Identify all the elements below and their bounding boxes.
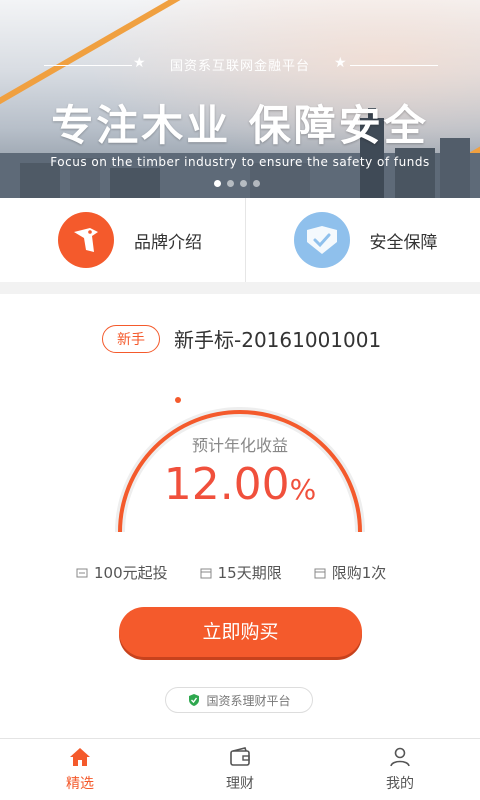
buy-now-button[interactable]: 立即购买 — [119, 607, 362, 657]
carousel-dot[interactable] — [253, 180, 260, 187]
product-title-row: 新手 新手标-20161001001 — [102, 324, 381, 353]
banner-rule — [44, 65, 132, 66]
banner-rule — [350, 65, 438, 66]
carousel-dot[interactable] — [240, 180, 247, 187]
newbie-tag: 新手 — [102, 324, 160, 353]
gauge-marker — [175, 397, 181, 403]
shield-icon — [293, 212, 350, 268]
calendar-icon — [314, 568, 326, 578]
carousel-indicator[interactable] — [214, 180, 260, 187]
shield-check-icon — [189, 694, 200, 706]
home-icon — [70, 747, 90, 766]
section-divider — [0, 282, 480, 294]
star-icon: ★ — [133, 55, 146, 71]
wallet-icon — [230, 746, 250, 766]
star-icon: ★ — [334, 55, 347, 71]
limit-item: 限购1次 — [314, 562, 387, 583]
security-entry[interactable]: 安全保障 — [244, 198, 480, 282]
coin-icon — [76, 568, 88, 577]
tab-label: 精选 — [66, 775, 94, 792]
user-icon — [390, 747, 410, 766]
rate-number: 12.00 — [163, 459, 290, 510]
limit-text: 限购1次 — [331, 564, 387, 582]
term-text: 15天期限 — [217, 564, 282, 582]
banner-english-caption: Focus on the timber industry to ensure t… — [50, 155, 430, 169]
promo-banner[interactable]: ★ ★ 国资系互联网金融平台 专注木业 保障安全 Focus on the ti… — [0, 0, 480, 198]
tab-featured[interactable]: 精选 — [0, 739, 160, 800]
rate-label: 预计年化收益 — [191, 436, 288, 455]
min-invest-item: 100元起投 — [76, 562, 168, 583]
tab-label: 我的 — [386, 775, 414, 792]
tab-mine[interactable]: 我的 — [320, 739, 480, 800]
term-item: 15天期限 — [200, 562, 282, 583]
tab-invest[interactable]: 理财 — [160, 739, 320, 800]
banner-headline: 专注木业 保障安全 — [51, 101, 429, 150]
app-screen: ★ ★ 国资系互联网金融平台 专注木业 保障安全 Focus on the ti… — [0, 0, 480, 800]
feature-row: 品牌介绍 安全保障 — [0, 198, 480, 282]
carousel-dot[interactable] — [227, 180, 234, 187]
brand-intro-label: 品牌介绍 — [134, 232, 202, 253]
woodpecker-icon — [58, 212, 114, 268]
banner-subtitle: 国资系互联网金融平台 — [169, 59, 310, 74]
product-terms: 100元起投 15天期限 限购1次 — [76, 562, 386, 583]
product-name: 新手标-20161001001 — [174, 328, 382, 352]
security-label: 安全保障 — [369, 232, 438, 253]
min-invest-text: 100元起投 — [94, 564, 168, 582]
platform-badge: 国资系理财平台 — [165, 687, 313, 713]
tab-label: 理财 — [226, 775, 254, 792]
carousel-dot[interactable] — [214, 180, 221, 187]
rate-value: 12.00% — [0, 459, 480, 510]
calendar-icon — [200, 568, 212, 578]
platform-badge-text: 国资系理财平台 — [206, 693, 291, 708]
rate-unit: % — [289, 473, 317, 506]
product-card[interactable]: 新手 新手标-20161001001 预计年化收益 12.00% 100元起投 … — [0, 294, 480, 738]
brand-intro-entry[interactable]: 品牌介绍 — [0, 198, 245, 282]
bottom-tab-bar: 精选 理财 我的 — [0, 738, 480, 800]
